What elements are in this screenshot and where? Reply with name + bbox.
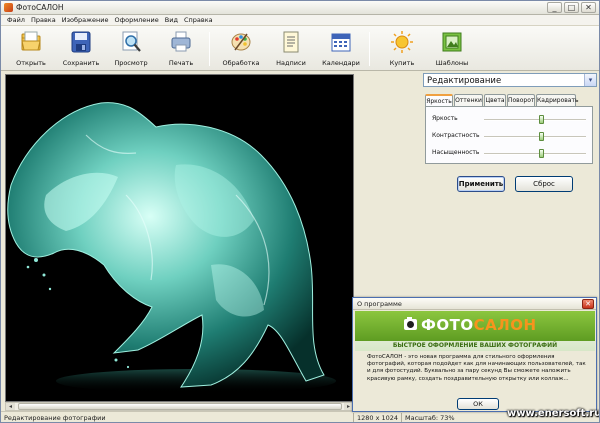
calendar-icon xyxy=(331,33,351,52)
about-close-icon[interactable]: ✕ xyxy=(582,299,594,309)
contrast-slider-row: Контрастность xyxy=(430,131,590,141)
save-button[interactable]: Сохранить xyxy=(57,29,105,69)
tab-tints[interactable]: Оттенки xyxy=(454,94,483,106)
sun-icon xyxy=(391,31,413,53)
saturation-slider-thumb[interactable] xyxy=(539,149,545,158)
minimize-button[interactable]: _ xyxy=(547,2,562,13)
status-mode: Редактирование фотографии xyxy=(4,414,106,422)
about-description: ФотоСАЛОН - это новая программа для стил… xyxy=(367,354,586,382)
ok-button[interactable]: ОК xyxy=(457,398,499,410)
mode-dropdown-value: Редактирование xyxy=(427,76,502,86)
toolbar-separator xyxy=(369,32,370,66)
tab-rotate[interactable]: Поворот xyxy=(507,94,535,106)
reset-button[interactable]: Сброс xyxy=(515,176,573,192)
preview-button[interactable]: Просмотр xyxy=(107,29,155,69)
close-icon: ✕ xyxy=(585,3,592,12)
brightness-label: Яркость xyxy=(432,115,458,122)
app-logo-icon xyxy=(4,3,13,12)
contrast-track[interactable] xyxy=(484,136,586,138)
logo-part-orange: САЛОН xyxy=(473,316,537,334)
processing-button[interactable]: Обработка xyxy=(217,29,265,69)
calendars-label: Календари xyxy=(322,59,360,67)
captions-button[interactable]: Надписи xyxy=(267,29,315,69)
glass-dog-photo xyxy=(6,75,353,401)
templates-button[interactable]: Шаблоны xyxy=(428,29,476,69)
status-zoom: Масштаб: 73% xyxy=(405,414,455,422)
about-dialog-title: О программе xyxy=(357,300,402,308)
brightness-slider-thumb[interactable] xyxy=(539,115,545,124)
magnifier-icon xyxy=(122,31,141,52)
contrast-slider-thumb[interactable] xyxy=(539,132,545,141)
menu-design[interactable]: Оформление xyxy=(111,16,161,24)
app-window: ФотоСАЛОН _ □ ✕ Файл Правка Изображение … xyxy=(0,0,600,423)
printer-icon xyxy=(171,31,191,52)
open-folder-icon xyxy=(21,31,41,51)
minimize-icon: _ xyxy=(552,3,557,12)
menu-edit[interactable]: Правка xyxy=(28,16,59,24)
status-separator xyxy=(353,413,354,422)
toolbar-separator xyxy=(209,32,210,66)
horizontal-scrollbar[interactable]: ◂ ▸ xyxy=(5,402,354,411)
brightness-slider-row: Яркость xyxy=(430,114,590,124)
palette-icon xyxy=(231,33,251,51)
document-icon xyxy=(283,31,299,53)
saturation-slider-row: Насыщенность xyxy=(430,148,590,158)
close-button[interactable]: ✕ xyxy=(581,2,596,13)
logo-part-white: ФОТО xyxy=(421,316,474,334)
toolbar: Открыть Сохранить Просмотр Печать Обрабо… xyxy=(1,26,599,71)
scroll-thumb[interactable] xyxy=(18,403,342,410)
status-separator xyxy=(401,413,402,422)
edit-tabs: Яркость Оттенки Цвета Поворот Кадрироват… xyxy=(425,94,595,107)
chevron-down-icon[interactable]: ▾ xyxy=(584,74,596,86)
status-image-size: 1280 x 1024 xyxy=(357,414,399,422)
print-label: Печать xyxy=(168,59,194,67)
site-watermark: www.enersoft.ru xyxy=(507,408,600,419)
saturation-label: Насыщенность xyxy=(432,149,480,156)
tab-colors[interactable]: Цвета xyxy=(484,94,506,106)
menu-file[interactable]: Файл xyxy=(4,16,28,24)
product-slogan: БЫСТРОЕ ОФОРМЛЕНИЕ ВАШИХ ФОТОГРАФИЙ xyxy=(392,342,558,349)
buy-button[interactable]: Купить xyxy=(378,29,426,69)
brightness-track[interactable] xyxy=(484,119,586,121)
menu-image[interactable]: Изображение xyxy=(59,16,112,24)
product-logo: ФОТОСАЛОН xyxy=(421,316,537,334)
templates-label: Шаблоны xyxy=(435,59,469,67)
open-button[interactable]: Открыть xyxy=(7,29,55,69)
calendars-button[interactable]: Календари xyxy=(317,29,365,69)
scroll-left-icon[interactable]: ◂ xyxy=(6,403,15,410)
mode-dropdown[interactable]: Редактирование ▾ xyxy=(423,73,597,87)
maximize-button[interactable]: □ xyxy=(564,2,579,13)
camera-icon xyxy=(404,317,417,330)
title-bar[interactable]: ФотоСАЛОН _ □ ✕ xyxy=(1,1,599,15)
saturation-track[interactable] xyxy=(484,153,586,155)
print-button[interactable]: Печать xyxy=(157,29,205,69)
menu-bar: Файл Правка Изображение Оформление Вид С… xyxy=(1,15,599,26)
about-dialog-title-bar[interactable]: О программе ✕ xyxy=(353,298,596,310)
about-dialog: О программе ✕ ФОТОСАЛОН БЫСТРОЕ ОФОРМЛЕН… xyxy=(352,297,597,412)
menu-view[interactable]: Вид xyxy=(162,16,181,24)
window-title: ФотоСАЛОН xyxy=(16,3,64,12)
menu-help[interactable]: Справка xyxy=(181,16,216,24)
apply-button[interactable]: Применить xyxy=(457,176,505,192)
templates-icon xyxy=(442,32,462,52)
floppy-disk-icon xyxy=(71,31,91,53)
edit-panel: Редактирование ▾ Яркость Оттенки Цвета П… xyxy=(420,73,598,197)
photo-canvas[interactable] xyxy=(5,74,354,402)
contrast-label: Контрастность xyxy=(432,132,480,139)
brightness-tab-page: Яркость Контрастность Насыщенность xyxy=(425,106,593,164)
tab-crop[interactable]: Кадрировать xyxy=(536,94,579,106)
about-banner: ФОТОСАЛОН БЫСТРОЕ ОФОРМЛЕНИЕ ВАШИХ ФОТОГ… xyxy=(355,311,595,351)
maximize-icon: □ xyxy=(567,3,576,12)
